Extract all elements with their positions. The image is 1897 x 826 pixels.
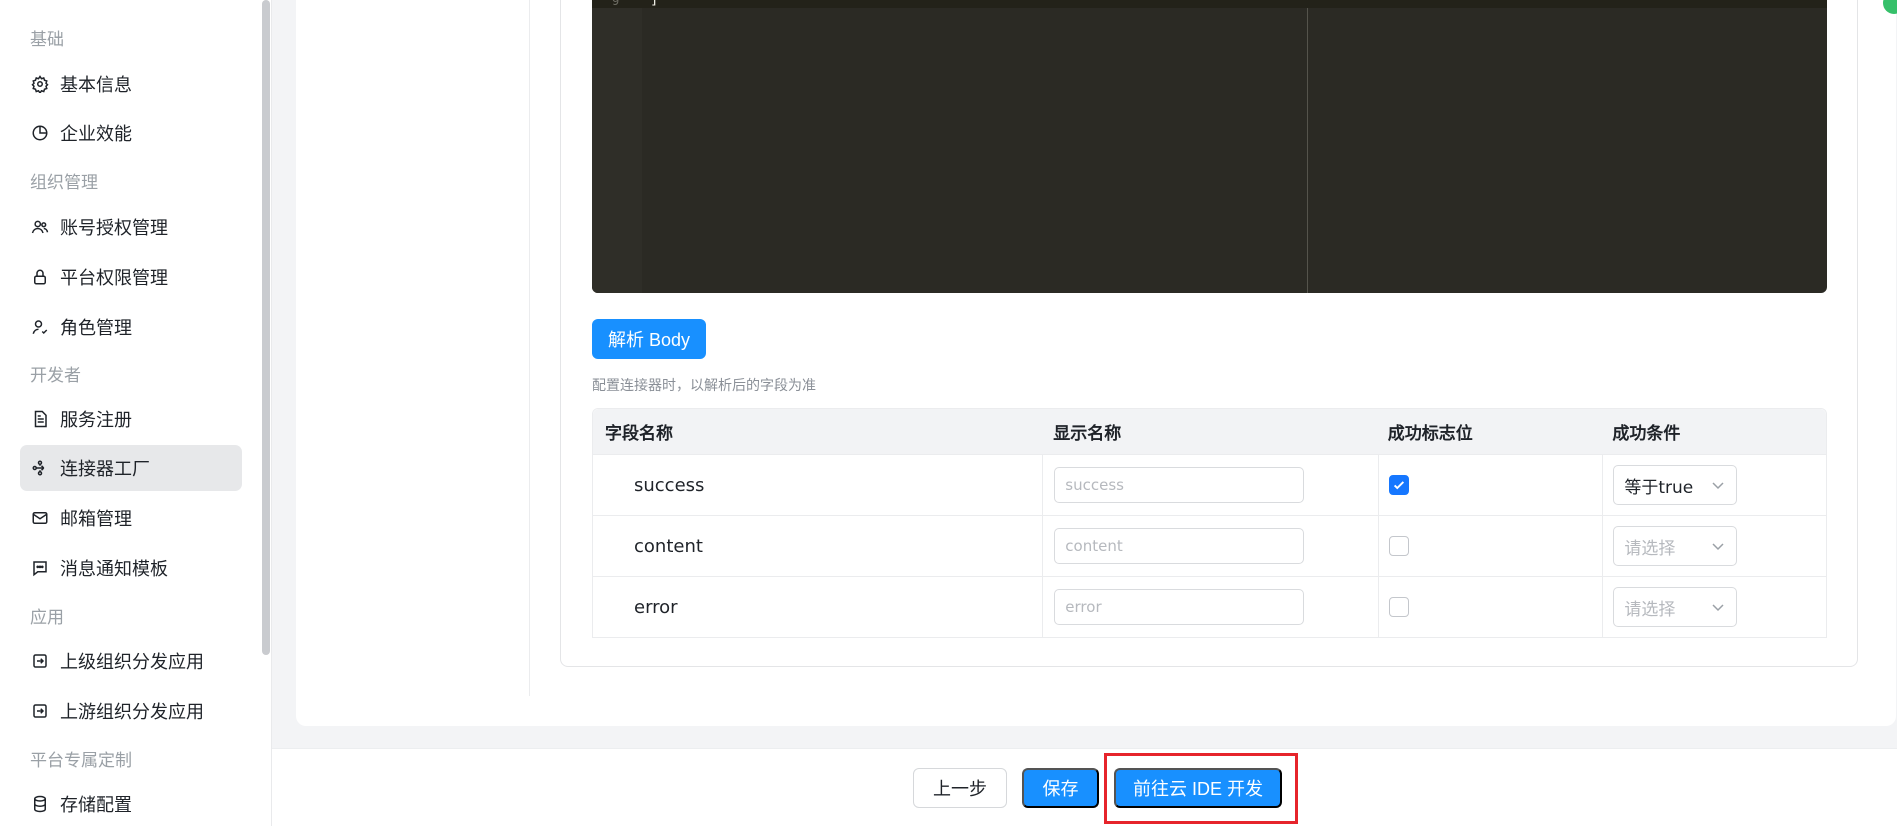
- display-name-input[interactable]: [1054, 589, 1305, 625]
- import-icon: [30, 701, 50, 721]
- success-flag-checkbox[interactable]: [1388, 475, 1409, 495]
- sidebar-group-developer: 开发者: [30, 366, 81, 386]
- sidebar-item-label: 上级组织分发应用: [60, 652, 204, 673]
- display-name-input[interactable]: [1054, 467, 1305, 503]
- sidebar-item-superior-distribution[interactable]: 上级组织分发应用: [20, 638, 242, 684]
- lock-icon: [30, 267, 50, 287]
- field-name-cell: error: [634, 596, 678, 618]
- header-success-condition: 成功条件: [1612, 424, 1681, 444]
- sidebar-item-account-auth[interactable]: 账号授权管理: [20, 204, 242, 250]
- save-button[interactable]: 保存: [1022, 768, 1099, 808]
- code-gutter: [592, 0, 642, 293]
- field-name-cell: success: [634, 474, 705, 496]
- success-flag-checkbox[interactable]: [1388, 536, 1409, 556]
- sidebar-item-message-template[interactable]: 消息通知模板: [20, 545, 242, 591]
- sidebar-item-label: 角色管理: [60, 318, 132, 339]
- sidebar-group-custom: 平台专属定制: [30, 751, 132, 771]
- sidebar-item-label: 平台权限管理: [60, 268, 168, 289]
- gear-icon: [30, 74, 50, 94]
- header-success-flag: 成功标志位: [1387, 424, 1473, 444]
- sidebar-item-label: 存储配置: [60, 795, 132, 816]
- pie-chart-icon: [30, 123, 50, 143]
- select-placeholder: 请选择: [1624, 538, 1676, 559]
- sidebar-item-basic-info[interactable]: 基本信息: [20, 61, 242, 107]
- sidebar-item-label: 基本信息: [60, 75, 132, 96]
- document-icon: [30, 409, 50, 429]
- success-flag-checkbox[interactable]: [1388, 597, 1409, 617]
- table-header: 字段名称 显示名称 成功标志位 成功条件: [593, 409, 1826, 454]
- field-name-cell: content: [634, 535, 703, 557]
- success-condition-select[interactable]: 等于true: [1613, 465, 1738, 505]
- success-condition-select[interactable]: 请选择: [1613, 526, 1738, 566]
- code-line: ]: [650, 0, 659, 8]
- previous-step-button[interactable]: 上一步: [913, 768, 1007, 808]
- user-check-icon: [30, 317, 50, 337]
- chevron-down-icon: [1712, 543, 1724, 551]
- sidebar-item-label: 连接器工厂: [60, 459, 150, 480]
- content-divider: [529, 0, 530, 696]
- sidebar-item-storage[interactable]: 存储配置: [20, 781, 242, 826]
- mail-icon: [30, 508, 50, 528]
- highlight-annotation-box: [1104, 753, 1298, 824]
- sidebar-item-connector-factory[interactable]: 连接器工厂: [20, 445, 242, 491]
- success-condition-select[interactable]: 请选择: [1613, 587, 1738, 627]
- sidebar-item-platform-permission[interactable]: 平台权限管理: [20, 254, 242, 300]
- code-active-line: [592, 0, 1827, 8]
- select-value: 等于true: [1624, 477, 1694, 498]
- table-row: error 请选择: [593, 576, 1826, 637]
- sidebar-item-mail[interactable]: 邮箱管理: [20, 495, 242, 541]
- display-name-input[interactable]: [1054, 528, 1305, 564]
- chevron-down-icon: [1712, 604, 1724, 612]
- sidebar-item-upstream-distribution[interactable]: 上游组织分发应用: [20, 688, 242, 734]
- sidebar-group-org: 组织管理: [30, 173, 98, 193]
- header-field-name: 字段名称: [605, 424, 673, 444]
- sidebar-item-label: 消息通知模板: [60, 559, 168, 580]
- sidebar-item-label: 账号授权管理: [60, 218, 168, 239]
- sidebar-group-app: 应用: [30, 608, 64, 628]
- check-icon: [1393, 481, 1404, 490]
- table-row: content 请选择: [593, 515, 1826, 576]
- parse-hint-text: 配置连接器时，以解析后的字段为准: [592, 378, 816, 394]
- import-icon: [30, 651, 50, 671]
- sidebar-scrollbar[interactable]: [262, 0, 270, 655]
- field-table: 字段名称 显示名称 成功标志位 成功条件 success 等于true cont…: [592, 408, 1827, 638]
- table-row: success 等于true: [593, 454, 1826, 515]
- parse-body-button[interactable]: 解析 Body: [592, 319, 707, 359]
- sidebar-item-label: 服务注册: [60, 410, 132, 431]
- header-display-name: 显示名称: [1053, 424, 1122, 444]
- sidebar-item-service-register[interactable]: 服务注册: [20, 396, 242, 442]
- sidebar-item-label: 企业效能: [60, 124, 132, 145]
- sidebar-item-label: 邮箱管理: [60, 509, 132, 530]
- select-placeholder: 请选择: [1624, 599, 1676, 620]
- connector-icon: [30, 458, 50, 478]
- sidebar-item-efficiency[interactable]: 企业效能: [20, 110, 242, 156]
- sidebar-item-label: 上游组织分发应用: [60, 702, 204, 723]
- message-icon: [30, 558, 50, 578]
- sidebar-item-role[interactable]: 角色管理: [20, 304, 242, 350]
- line-number: 9: [612, 0, 620, 8]
- sidebar: 基础 基本信息 企业效能 组织管理 账号授权管理 平台权限管理 角色管理 开发者: [0, 0, 272, 826]
- database-icon: [30, 794, 50, 814]
- code-editor[interactable]: 9 ]: [592, 0, 1827, 293]
- users-icon: [30, 217, 50, 237]
- sidebar-group-basic: 基础: [30, 30, 64, 50]
- editor-split-divider[interactable]: [1307, 8, 1308, 293]
- chevron-down-icon: [1712, 482, 1724, 490]
